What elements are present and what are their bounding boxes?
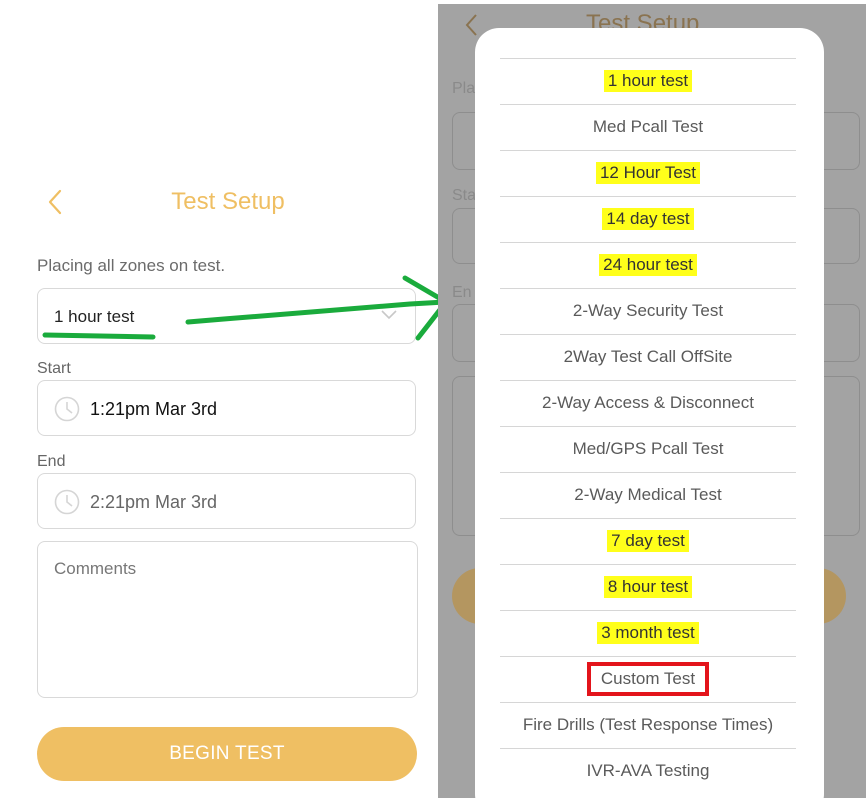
ghost-label-end: En <box>452 284 472 301</box>
option-item[interactable]: 1 hour test <box>500 58 796 104</box>
option-item[interactable]: 2-Way Medical Test <box>500 472 796 518</box>
clock-icon <box>54 396 80 422</box>
begin-test-button[interactable]: BEGIN TEST <box>37 727 417 781</box>
option-label: 8 hour test <box>603 576 693 598</box>
start-label: Start <box>37 360 71 377</box>
end-time-field[interactable]: 2:21pm Mar 3rd <box>37 473 416 529</box>
option-item[interactable]: 2Way Test Call OffSite <box>500 334 796 380</box>
chevron-down-icon <box>381 310 397 320</box>
option-item[interactable]: Fire Drills (Test Response Times) <box>500 702 796 748</box>
option-label: Med/GPS Pcall Test <box>572 439 724 458</box>
test-type-picker-modal: 1 hour test Med Pcall Test 12 Hour Test 14 … <box>475 28 824 798</box>
option-label: 7 day test <box>607 530 689 552</box>
option-label: 2-Way Access & Disconnect <box>542 393 754 412</box>
end-time-value: 2:21pm Mar 3rd <box>90 492 218 512</box>
dropdown-overlay-screen: Test Setup Pla Sta En 1 hour test Med Pca… <box>438 4 866 798</box>
option-item[interactable]: 8 hour test <box>500 564 796 610</box>
option-item[interactable]: 14 day test <box>500 196 796 242</box>
option-item[interactable]: 2-Way Access & Disconnect <box>500 380 796 426</box>
option-label: Fire Drills (Test Response Times) <box>522 715 774 734</box>
comments-textarea[interactable]: Comments <box>37 541 418 698</box>
end-label: End <box>37 453 66 470</box>
option-item[interactable]: IVR-AVA Testing <box>500 748 796 794</box>
ghost-label-placing: Pla <box>452 80 476 97</box>
test-setup-screen: Test Setup Placing all zones on test. 1 … <box>0 0 438 798</box>
option-label: 3 month test <box>597 622 699 644</box>
option-label: IVR-AVA Testing <box>586 761 710 780</box>
clock-icon <box>54 489 80 515</box>
start-time-value: 1:21pm Mar 3rd <box>90 399 218 419</box>
selected-test-value: 1 hour test <box>54 307 135 326</box>
option-item[interactable]: Custom Test <box>500 656 796 702</box>
option-label: Med Pcall Test <box>592 117 704 136</box>
option-label: 24 hour test <box>599 254 697 276</box>
back-chevron-icon[interactable] <box>44 188 68 216</box>
option-item[interactable]: 24 hour test <box>500 242 796 288</box>
option-item[interactable]: 2-Way Security Test <box>500 288 796 334</box>
option-label: 2Way Test Call OffSite <box>563 347 733 366</box>
option-label: 2-Way Medical Test <box>574 485 722 504</box>
option-label: 12 Hour Test <box>595 162 701 184</box>
option-item[interactable]: 3 month test <box>500 610 796 656</box>
option-label: Custom Test <box>586 662 710 696</box>
option-label: 2-Way Security Test <box>572 301 724 320</box>
option-item[interactable]: 7 day test <box>500 518 796 564</box>
option-label: 1 hour test <box>603 70 693 92</box>
test-type-select[interactable]: 1 hour test <box>37 288 416 344</box>
subtitle: Placing all zones on test. <box>37 256 226 275</box>
start-time-field[interactable]: 1:21pm Mar 3rd <box>37 380 416 436</box>
option-item[interactable]: 12 Hour Test <box>500 150 796 196</box>
ghost-label-start: Sta <box>452 187 477 204</box>
back-chevron-icon <box>465 14 477 36</box>
page-title: Test Setup <box>171 188 285 215</box>
option-item[interactable]: Med Pcall Test <box>500 104 796 150</box>
option-item[interactable]: Med/GPS Pcall Test <box>500 426 796 472</box>
option-label: 14 day test <box>602 208 694 230</box>
